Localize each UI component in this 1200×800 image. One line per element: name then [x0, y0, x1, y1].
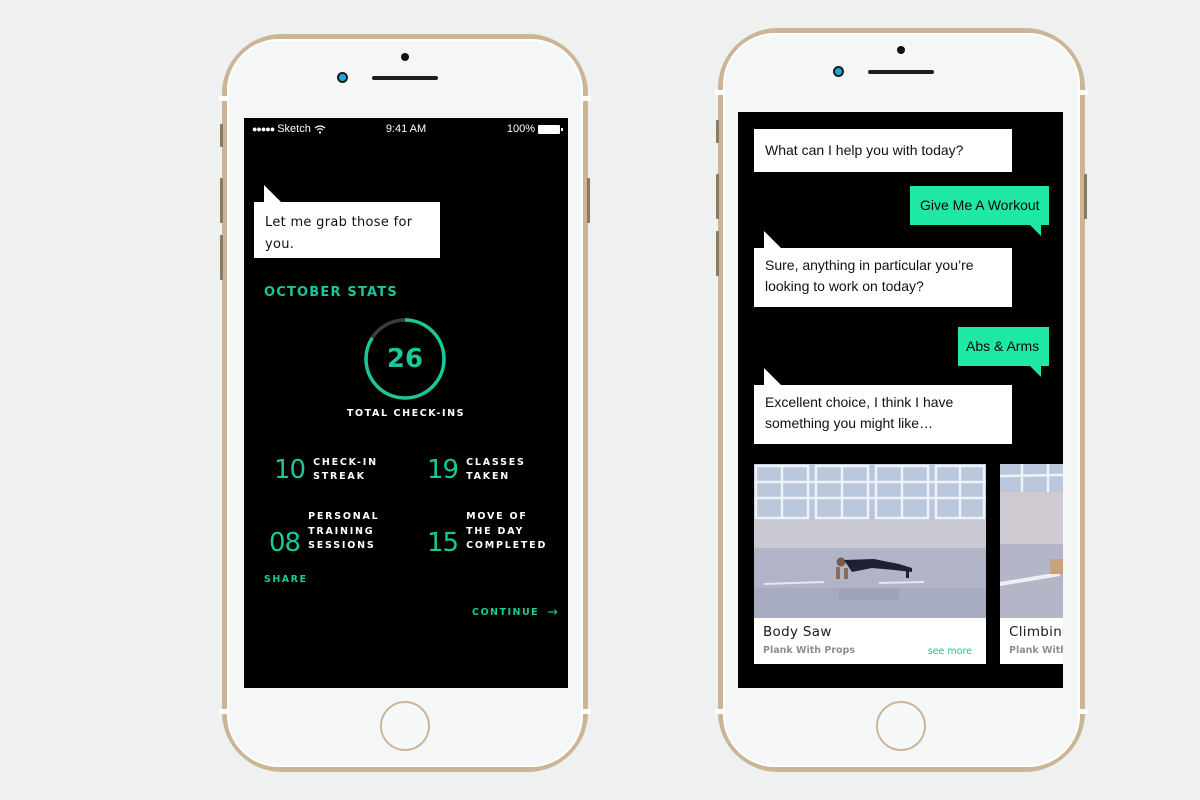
volume-down-button: [716, 231, 719, 276]
message-text: Abs & Arms: [966, 338, 1040, 354]
bot-message-bubble: Sure, anything in particular you’re look…: [754, 231, 1012, 307]
stat-classes-taken: 19 CLASSES TAKEN: [427, 455, 526, 485]
stat-value: 19: [427, 455, 459, 485]
power-button: [587, 178, 590, 223]
carrier-name: Sketch: [277, 123, 311, 135]
total-checkins-label: TOTAL CHECK-INS: [346, 408, 466, 419]
bot-message-bubble: Let me grab those for you.: [254, 185, 440, 258]
stat-value: 08: [269, 528, 301, 558]
total-checkins-value: 26: [386, 344, 424, 374]
phone-right: What can I help you with today? Give Me …: [715, 28, 1088, 772]
user-reply-bubble[interactable]: Abs & Arms: [958, 327, 1049, 377]
phone-left: ●●●●● Sketch 9:41 AM 100% Let me grab th…: [219, 34, 591, 772]
front-camera-icon: [337, 72, 348, 83]
bot-message-text: Let me grab those for you.: [265, 215, 413, 252]
see-more-link[interactable]: see more: [928, 646, 972, 657]
continue-button[interactable]: CONTINUE →: [472, 605, 560, 620]
earpiece-speaker: [372, 76, 438, 80]
status-bar: ●●●●● Sketch 9:41 AM 100%: [244, 118, 568, 140]
antenna-band: [583, 709, 591, 714]
mute-switch: [716, 120, 719, 143]
antenna-band: [219, 709, 227, 714]
volume-down-button: [220, 235, 223, 280]
stat-value: 10: [274, 455, 306, 485]
proximity-sensor: [897, 46, 905, 54]
battery-icon: [538, 124, 563, 134]
section-title: OCTOBER STATS: [264, 285, 398, 300]
volume-up-button: [220, 178, 223, 223]
workout-photo: [1000, 464, 1063, 618]
stat-label: CLASSES TAKEN: [466, 456, 526, 483]
signal-strength-icon: ●●●●●: [252, 124, 275, 134]
earpiece-speaker: [868, 70, 934, 74]
antenna-band: [1080, 90, 1088, 95]
mute-switch: [220, 124, 223, 147]
bot-message-bubble: What can I help you with today?: [754, 129, 1012, 172]
home-button[interactable]: [380, 701, 430, 751]
antenna-band: [715, 709, 723, 714]
antenna-band: [715, 90, 723, 95]
screen-stats: ●●●●● Sketch 9:41 AM 100% Let me grab th…: [244, 118, 568, 688]
antenna-band: [219, 96, 227, 101]
stat-label: PERSONAL TRAINING SESSIONS: [308, 511, 380, 552]
stat-checkin-streak: 10 CHECK-IN STREAK: [274, 455, 378, 485]
workout-image: [754, 464, 986, 618]
total-checkins-ring: 26: [362, 316, 448, 402]
workout-title: Body Saw: [763, 624, 832, 640]
arrow-right-icon: →: [547, 605, 560, 620]
proximity-sensor: [401, 53, 409, 61]
front-camera-icon: [833, 66, 844, 77]
share-button[interactable]: SHARE: [264, 574, 307, 585]
home-button[interactable]: [876, 701, 926, 751]
workout-card[interactable]: Body Saw Plank With Props see more: [754, 464, 986, 664]
antenna-band: [1080, 709, 1088, 714]
workout-title: Climbing: [1009, 624, 1063, 640]
message-text: Sure, anything in particular you’re look…: [765, 257, 974, 294]
volume-up-button: [716, 174, 719, 219]
wifi-icon: [314, 124, 326, 134]
screen-chat: What can I help you with today? Give Me …: [738, 112, 1063, 688]
workout-subtitle: Plank With Props: [1009, 645, 1063, 656]
stat-label: CHECK-IN STREAK: [313, 456, 378, 483]
status-time: 9:41 AM: [385, 123, 427, 135]
battery-percent: 100%: [506, 123, 535, 135]
user-reply-bubble[interactable]: Give Me A Workout: [910, 186, 1049, 236]
workout-image: [1000, 464, 1063, 618]
power-button: [1084, 174, 1087, 219]
stat-move-of-the-day: 15 MOVE OF THE DAY COMPLETED: [427, 506, 547, 558]
message-text: What can I help you with today?: [765, 142, 964, 158]
workout-card[interactable]: Climbing Plank With Props: [1000, 464, 1063, 664]
stat-label: MOVE OF THE DAY COMPLETED: [466, 511, 548, 552]
bot-message-bubble: Excellent choice, I think I have somethi…: [754, 368, 1012, 444]
stat-personal-training: 08 PERSONAL TRAINING SESSIONS: [269, 506, 380, 558]
antenna-band: [583, 96, 591, 101]
workout-subtitle: Plank With Props: [763, 645, 855, 656]
workout-photo: [754, 464, 986, 618]
continue-label: CONTINUE: [472, 607, 540, 618]
stat-value: 15: [427, 528, 459, 558]
message-text: Give Me A Workout: [920, 197, 1040, 213]
message-text: Excellent choice, I think I have somethi…: [765, 394, 954, 431]
